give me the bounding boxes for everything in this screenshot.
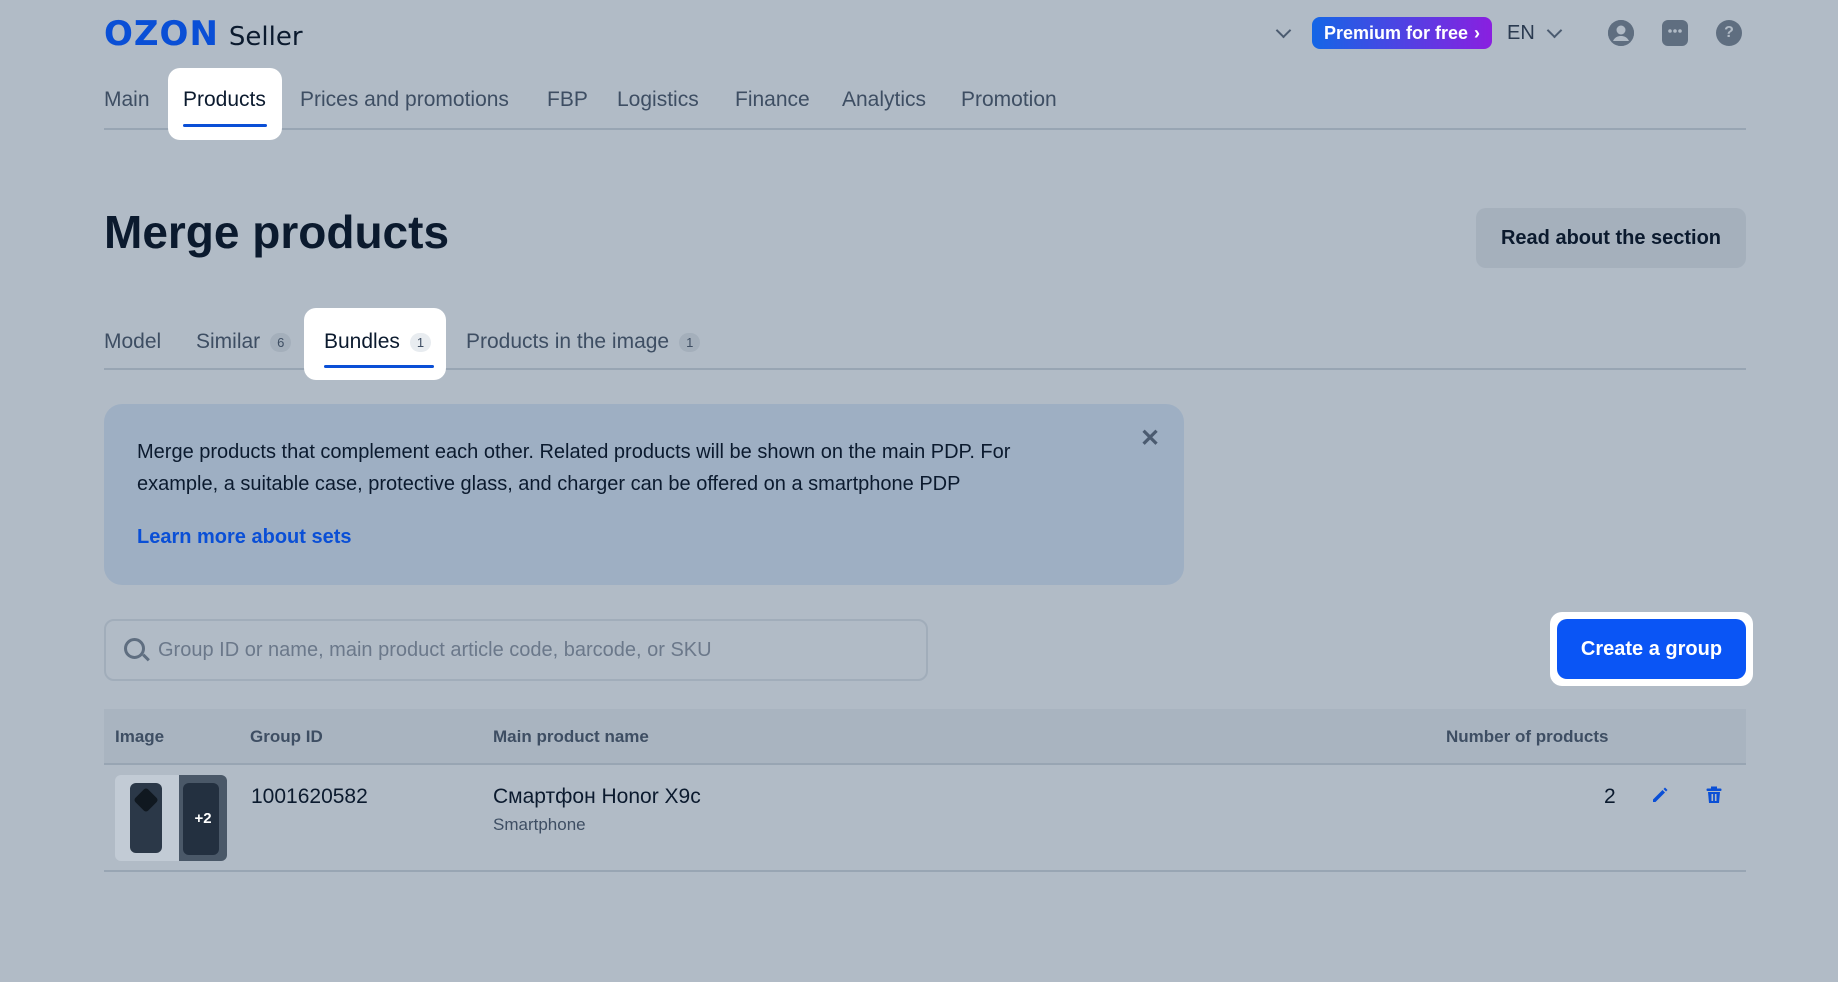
premium-button[interactable]: Premium for free › bbox=[1312, 17, 1493, 49]
tab-label: Bundles bbox=[324, 330, 400, 353]
column-header-image: Image bbox=[115, 727, 165, 746]
active-indicator bbox=[183, 124, 267, 127]
nav-item-label: Products bbox=[183, 88, 266, 111]
tab-label: Products in the image bbox=[466, 330, 670, 353]
search-box bbox=[104, 619, 928, 681]
chat-icon[interactable] bbox=[1662, 20, 1688, 46]
learn-more-link[interactable]: Learn more about sets bbox=[137, 526, 352, 549]
profile-icon[interactable] bbox=[1608, 20, 1634, 46]
edit-icon[interactable] bbox=[1650, 785, 1670, 811]
tab-count-badge: 1 bbox=[409, 332, 432, 352]
chevron-right-icon: › bbox=[1474, 23, 1481, 43]
help-icon[interactable]: ? bbox=[1716, 20, 1742, 46]
tab-label: Model bbox=[104, 330, 162, 353]
ozon-seller-logo[interactable]: OZON Seller bbox=[104, 14, 303, 54]
chevron-down-icon bbox=[1546, 22, 1563, 38]
more-images-count: +2 bbox=[194, 809, 212, 827]
merge-tabs: Model Similar 6 Bundles 1 Products in th… bbox=[104, 308, 1746, 380]
product-count: 2 bbox=[1604, 785, 1616, 808]
nav-item-prices-promotions[interactable]: Prices and promotions bbox=[300, 88, 509, 112]
product-image bbox=[115, 775, 179, 861]
chevron-down-icon bbox=[1275, 22, 1292, 38]
page-title: Merge products bbox=[104, 206, 450, 258]
nav-item-promotion[interactable]: Promotion bbox=[961, 88, 1057, 112]
tab-count-badge: 1 bbox=[679, 332, 701, 352]
create-group-button[interactable]: Create a group bbox=[1557, 619, 1746, 679]
tab-bundles[interactable]: Bundles 1 bbox=[304, 308, 446, 380]
header-dropdown-toggle[interactable] bbox=[1275, 18, 1292, 48]
tab-similar[interactable]: Similar 6 bbox=[196, 330, 292, 354]
nav-item-main[interactable]: Main bbox=[104, 88, 150, 112]
main-navigation: Main Products Prices and promotions FBP … bbox=[104, 68, 1746, 140]
tab-label: Similar bbox=[196, 330, 261, 353]
tab-products-in-image[interactable]: Products in the image 1 bbox=[466, 330, 701, 354]
language-label: EN bbox=[1507, 21, 1535, 44]
info-banner: Merge products that complement each othe… bbox=[104, 404, 1184, 585]
close-icon[interactable]: ✕ bbox=[1140, 424, 1160, 453]
nav-item-logistics[interactable]: Logistics bbox=[617, 88, 699, 112]
nav-item-products[interactable]: Products bbox=[168, 68, 282, 140]
read-about-section-button[interactable]: Read about the section bbox=[1476, 208, 1746, 268]
tab-count-badge: 6 bbox=[270, 332, 292, 352]
search-icon bbox=[124, 638, 145, 659]
search-input[interactable] bbox=[156, 621, 910, 679]
banner-text: Merge products that complement each othe… bbox=[137, 441, 1011, 495]
active-indicator bbox=[324, 365, 434, 368]
logo-brand: OZON bbox=[104, 14, 219, 54]
premium-label: Premium for free bbox=[1324, 23, 1469, 43]
table-header: Image Group ID Main product name Number … bbox=[104, 709, 1746, 765]
table-row[interactable]: +2 1001620582 Смартфон Honor X9c Smartph… bbox=[104, 765, 1746, 872]
product-images[interactable]: +2 bbox=[115, 775, 227, 861]
nav-item-finance[interactable]: Finance bbox=[735, 88, 810, 112]
product-name[interactable]: Смартфон Honor X9c bbox=[493, 785, 701, 809]
language-selector[interactable]: EN bbox=[1507, 18, 1563, 48]
column-header-group-id: Group ID bbox=[250, 727, 323, 746]
logo-product: Seller bbox=[228, 22, 303, 52]
column-header-count: Number of products bbox=[1446, 727, 1609, 746]
more-images-thumbnail: +2 bbox=[179, 775, 227, 861]
column-header-main-product: Main product name bbox=[493, 727, 649, 746]
delete-icon[interactable] bbox=[1704, 785, 1724, 811]
tab-model[interactable]: Model bbox=[104, 330, 161, 354]
create-group-focus-ring: Create a group bbox=[1550, 612, 1753, 686]
nav-item-analytics[interactable]: Analytics bbox=[842, 88, 926, 112]
group-id: 1001620582 bbox=[251, 785, 368, 808]
product-category: Smartphone bbox=[493, 815, 586, 834]
nav-item-fbp[interactable]: FBP bbox=[547, 88, 588, 112]
